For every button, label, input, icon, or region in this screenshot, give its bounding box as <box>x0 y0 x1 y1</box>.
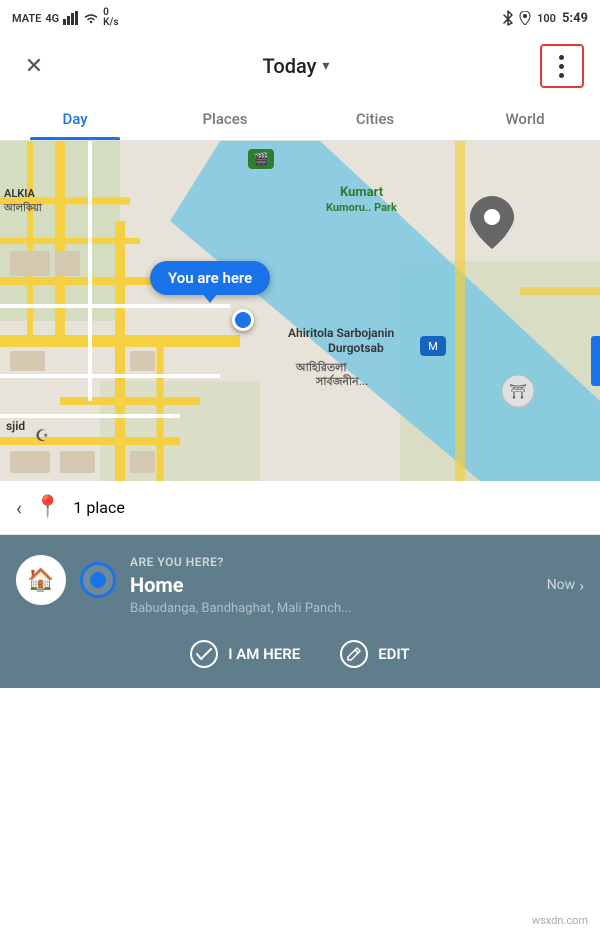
close-icon: ✕ <box>25 54 43 79</box>
chevron-right-icon: › <box>579 576 584 595</box>
tab-world-label: World <box>505 110 544 128</box>
title-text: Today <box>263 54 317 78</box>
pencil-icon <box>347 647 361 661</box>
top-bar: ✕ Today ▾ <box>0 36 600 96</box>
i-am-here-icon <box>190 640 218 668</box>
time-label: Now <box>547 577 576 593</box>
tab-cities[interactable]: Cities <box>300 96 450 140</box>
home-title: Home <box>130 573 184 597</box>
status-left: MATE 4G 0K/s <box>12 8 118 28</box>
place-count-text: 1 place <box>73 498 124 517</box>
you-are-here-bubble: You are here <box>150 261 270 295</box>
back-button[interactable]: ‹ <box>16 496 22 520</box>
address-text: Babudanga, Bandhaghat, Mali Panch... <box>130 601 584 616</box>
home-icon: 🏠 <box>27 568 54 593</box>
tab-world[interactable]: World <box>450 96 600 140</box>
home-icon-circle: 🏠 <box>16 555 66 605</box>
watermark: wsxdn.com <box>528 912 592 929</box>
svg-text:M: M <box>428 340 438 353</box>
home-title-row: Home Now › <box>130 573 584 597</box>
map-label-alkia-bn: আলকিয়া <box>4 201 42 218</box>
you-are-here-text: You are here <box>168 269 252 287</box>
tab-places-label: Places <box>202 110 247 128</box>
card-actions: I AM HERE EDIT <box>16 640 584 668</box>
card-top: 🏠 ARE YOU HERE? Home Now › Babudanga, Ba… <box>16 555 584 616</box>
edit-label: EDIT <box>378 645 410 663</box>
location-circle-inner <box>90 572 106 588</box>
map-label-kumart: Kumart <box>340 185 383 200</box>
signal-bars-icon <box>63 11 79 25</box>
data-speed: 0K/s <box>103 8 118 28</box>
location-icon <box>519 11 531 25</box>
i-am-here-button[interactable]: I AM HERE <box>190 640 300 668</box>
map-label-ahiritola1: Ahiritola Sarbojanin <box>288 326 394 340</box>
tab-bar: Day Places Cities World <box>0 96 600 141</box>
svg-text:🎬: 🎬 <box>254 152 269 166</box>
are-you-here-label: ARE YOU HERE? <box>130 555 584 569</box>
status-right: 100 5:49 <box>503 10 588 26</box>
map-view[interactable]: 🎬 M ⛩ ☪ ALKIA আলকিয়া Kumart Kumoru.. Pa… <box>0 141 600 481</box>
status-bar: MATE 4G 0K/s 100 5:49 <box>0 0 600 36</box>
signal-4g: 4G <box>45 12 59 25</box>
tab-day[interactable]: Day <box>0 96 150 140</box>
edit-button[interactable]: EDIT <box>340 640 410 668</box>
card-info: ARE YOU HERE? Home Now › Babudanga, Band… <box>130 555 584 616</box>
dropdown-arrow-icon: ▾ <box>322 58 329 74</box>
map-label-sjid: sjid <box>6 419 25 433</box>
place-pin-icon: 📍 <box>34 495 61 520</box>
close-button[interactable]: ✕ <box>16 48 52 84</box>
title-area[interactable]: Today ▾ <box>263 54 330 78</box>
tab-places[interactable]: Places <box>150 96 300 140</box>
svg-text:⛩: ⛩ <box>509 384 527 400</box>
bluetooth-icon <box>503 10 513 26</box>
location-card: 🏠 ARE YOU HERE? Home Now › Babudanga, Ba… <box>0 535 600 688</box>
tab-cities-label: Cities <box>356 110 394 128</box>
map-svg: 🎬 M ⛩ ☪ <box>0 141 600 481</box>
location-indicator <box>80 562 116 598</box>
map-label-kumon-park: Kumoru.. Park <box>326 201 397 214</box>
checkmark-icon <box>196 647 212 661</box>
tab-day-label: Day <box>62 110 87 128</box>
svg-text:☪: ☪ <box>35 426 49 445</box>
map-label-sarbojanin-bn: সার্বজনীন... <box>316 373 368 392</box>
user-location-dot <box>232 309 254 331</box>
edit-icon <box>340 640 368 668</box>
map-label-alkia: ALKIA <box>4 187 35 200</box>
more-button[interactable] <box>540 44 584 88</box>
wifi-icon <box>83 12 99 24</box>
map-label-durgotsab: Durgotsab <box>328 341 384 355</box>
bottom-nav: ‹ 📍 1 place <box>0 481 600 535</box>
i-am-here-label: I AM HERE <box>228 645 300 663</box>
carrier-label: MATE <box>12 12 41 25</box>
time-label: 5:49 <box>562 11 588 26</box>
now-label: Now › <box>547 576 584 595</box>
more-dots-icon <box>559 55 564 78</box>
battery-label: 100 <box>537 12 556 25</box>
